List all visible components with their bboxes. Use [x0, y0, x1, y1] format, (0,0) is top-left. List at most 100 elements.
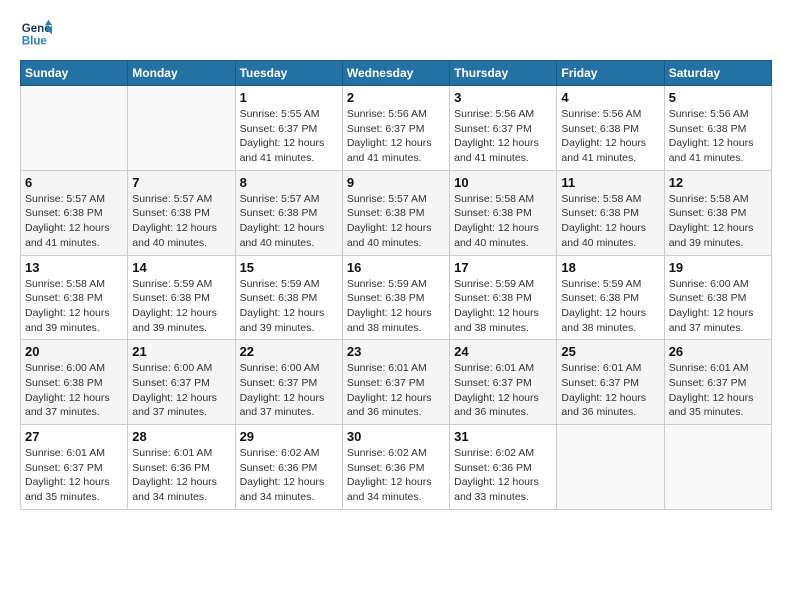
day-cell: 29 Sunrise: 6:02 AM Sunset: 6:36 PM Dayli…: [235, 425, 342, 510]
week-row-4: 20 Sunrise: 6:00 AM Sunset: 6:38 PM Dayli…: [21, 340, 772, 425]
day-cell: 11Sunrise: 5:58 AM Sunset: 6:38 PM Dayli…: [557, 170, 664, 255]
day-cell: 24Sunrise: 6:01 AM Sunset: 6:37 PM Dayli…: [450, 340, 557, 425]
day-number: 14: [132, 260, 230, 275]
day-cell: 5 Sunrise: 5:56 AM Sunset: 6:38 PM Daylig…: [664, 86, 771, 171]
day-cell: 28 Sunrise: 6:01 AM Sunset: 6:36 PM Dayli…: [128, 425, 235, 510]
day-cell: 27Sunrise: 6:01 AM Sunset: 6:37 PM Dayli…: [21, 425, 128, 510]
weekday-header-sunday: Sunday: [21, 61, 128, 86]
day-number: 12: [669, 175, 767, 190]
day-cell: 26Sunrise: 6:01 AM Sunset: 6:37 PM Dayli…: [664, 340, 771, 425]
day-number: 20: [25, 344, 123, 359]
day-cell: 19 Sunrise: 6:00 AM Sunset: 6:38 PM Dayli…: [664, 255, 771, 340]
day-number: 28: [132, 429, 230, 444]
day-number: 22: [240, 344, 338, 359]
day-detail: Sunrise: 6:00 AM Sunset: 6:37 PM Dayligh…: [240, 361, 338, 420]
day-cell: 31 Sunrise: 6:02 AM Sunset: 6:36 PM Dayli…: [450, 425, 557, 510]
day-cell: 6Sunrise: 5:57 AM Sunset: 6:38 PM Daylig…: [21, 170, 128, 255]
logo: General Blue: [20, 18, 56, 50]
day-detail: Sunrise: 6:01 AM Sunset: 6:37 PM Dayligh…: [347, 361, 445, 420]
day-number: 16: [347, 260, 445, 275]
weekday-header-thursday: Thursday: [450, 61, 557, 86]
day-detail: Sunrise: 5:59 AM Sunset: 6:38 PM Dayligh…: [240, 277, 338, 336]
day-detail: Sunrise: 6:00 AM Sunset: 6:37 PM Dayligh…: [132, 361, 230, 420]
day-number: 26: [669, 344, 767, 359]
day-cell: 20 Sunrise: 6:00 AM Sunset: 6:38 PM Dayli…: [21, 340, 128, 425]
day-cell: [128, 86, 235, 171]
day-detail: Sunrise: 6:00 AM Sunset: 6:38 PM Dayligh…: [25, 361, 123, 420]
day-detail: Sunrise: 6:01 AM Sunset: 6:37 PM Dayligh…: [454, 361, 552, 420]
calendar-table: SundayMondayTuesdayWednesdayThursdayFrid…: [20, 60, 772, 510]
day-detail: Sunrise: 5:56 AM Sunset: 6:37 PM Dayligh…: [454, 107, 552, 166]
day-cell: 10 Sunrise: 5:58 AM Sunset: 6:38 PM Dayli…: [450, 170, 557, 255]
day-number: 29: [240, 429, 338, 444]
day-detail: Sunrise: 5:56 AM Sunset: 6:38 PM Dayligh…: [669, 107, 767, 166]
day-number: 30: [347, 429, 445, 444]
day-cell: 16 Sunrise: 5:59 AM Sunset: 6:38 PM Dayli…: [342, 255, 449, 340]
day-detail: Sunrise: 6:01 AM Sunset: 6:37 PM Dayligh…: [561, 361, 659, 420]
day-detail: Sunrise: 6:01 AM Sunset: 6:36 PM Dayligh…: [132, 446, 230, 505]
day-cell: 25 Sunrise: 6:01 AM Sunset: 6:37 PM Dayli…: [557, 340, 664, 425]
day-detail: Sunrise: 5:57 AM Sunset: 6:38 PM Dayligh…: [25, 192, 123, 251]
day-number: 4: [561, 90, 659, 105]
day-number: 3: [454, 90, 552, 105]
day-detail: Sunrise: 6:02 AM Sunset: 6:36 PM Dayligh…: [347, 446, 445, 505]
weekday-header-row: SundayMondayTuesdayWednesdayThursdayFrid…: [21, 61, 772, 86]
day-detail: Sunrise: 5:57 AM Sunset: 6:38 PM Dayligh…: [240, 192, 338, 251]
day-detail: Sunrise: 5:57 AM Sunset: 6:38 PM Dayligh…: [132, 192, 230, 251]
day-cell: 21 Sunrise: 6:00 AM Sunset: 6:37 PM Dayli…: [128, 340, 235, 425]
day-cell: 3 Sunrise: 5:56 AM Sunset: 6:37 PM Daylig…: [450, 86, 557, 171]
day-cell: 18 Sunrise: 5:59 AM Sunset: 6:38 PM Dayli…: [557, 255, 664, 340]
day-detail: Sunrise: 5:57 AM Sunset: 6:38 PM Dayligh…: [347, 192, 445, 251]
day-detail: Sunrise: 5:58 AM Sunset: 6:38 PM Dayligh…: [669, 192, 767, 251]
page-header: General Blue: [20, 18, 772, 50]
day-cell: 17 Sunrise: 5:59 AM Sunset: 6:38 PM Dayli…: [450, 255, 557, 340]
day-detail: Sunrise: 6:00 AM Sunset: 6:38 PM Dayligh…: [669, 277, 767, 336]
day-detail: Sunrise: 5:58 AM Sunset: 6:38 PM Dayligh…: [25, 277, 123, 336]
day-detail: Sunrise: 5:55 AM Sunset: 6:37 PM Dayligh…: [240, 107, 338, 166]
day-cell: 4 Sunrise: 5:56 AM Sunset: 6:38 PM Daylig…: [557, 86, 664, 171]
day-detail: Sunrise: 5:56 AM Sunset: 6:38 PM Dayligh…: [561, 107, 659, 166]
day-cell: 22 Sunrise: 6:00 AM Sunset: 6:37 PM Dayli…: [235, 340, 342, 425]
weekday-header-saturday: Saturday: [664, 61, 771, 86]
week-row-3: 13Sunrise: 5:58 AM Sunset: 6:38 PM Dayli…: [21, 255, 772, 340]
day-detail: Sunrise: 6:02 AM Sunset: 6:36 PM Dayligh…: [240, 446, 338, 505]
svg-text:Blue: Blue: [22, 36, 48, 48]
weekday-header-tuesday: Tuesday: [235, 61, 342, 86]
day-cell: 2Sunrise: 5:56 AM Sunset: 6:37 PM Daylig…: [342, 86, 449, 171]
day-number: 8: [240, 175, 338, 190]
day-number: 19: [669, 260, 767, 275]
day-cell: 15 Sunrise: 5:59 AM Sunset: 6:38 PM Dayli…: [235, 255, 342, 340]
day-number: 31: [454, 429, 552, 444]
day-detail: Sunrise: 5:59 AM Sunset: 6:38 PM Dayligh…: [561, 277, 659, 336]
day-cell: 9 Sunrise: 5:57 AM Sunset: 6:38 PM Daylig…: [342, 170, 449, 255]
weekday-header-friday: Friday: [557, 61, 664, 86]
day-number: 15: [240, 260, 338, 275]
day-cell: 12 Sunrise: 5:58 AM Sunset: 6:38 PM Dayli…: [664, 170, 771, 255]
day-detail: Sunrise: 6:02 AM Sunset: 6:36 PM Dayligh…: [454, 446, 552, 505]
day-number: 11: [561, 175, 659, 190]
logo-icon: General Blue: [20, 18, 52, 50]
day-cell: 7Sunrise: 5:57 AM Sunset: 6:38 PM Daylig…: [128, 170, 235, 255]
day-number: 1: [240, 90, 338, 105]
week-row-1: 1 Sunrise: 5:55 AM Sunset: 6:37 PM Daylig…: [21, 86, 772, 171]
week-row-5: 27Sunrise: 6:01 AM Sunset: 6:37 PM Dayli…: [21, 425, 772, 510]
day-number: 10: [454, 175, 552, 190]
week-row-2: 6Sunrise: 5:57 AM Sunset: 6:38 PM Daylig…: [21, 170, 772, 255]
day-cell: 8 Sunrise: 5:57 AM Sunset: 6:38 PM Daylig…: [235, 170, 342, 255]
day-cell: 1 Sunrise: 5:55 AM Sunset: 6:37 PM Daylig…: [235, 86, 342, 171]
day-number: 21: [132, 344, 230, 359]
day-cell: 23Sunrise: 6:01 AM Sunset: 6:37 PM Dayli…: [342, 340, 449, 425]
day-number: 9: [347, 175, 445, 190]
weekday-header-monday: Monday: [128, 61, 235, 86]
day-cell: 30 Sunrise: 6:02 AM Sunset: 6:36 PM Dayli…: [342, 425, 449, 510]
day-cell: [21, 86, 128, 171]
day-detail: Sunrise: 5:56 AM Sunset: 6:37 PM Dayligh…: [347, 107, 445, 166]
day-number: 25: [561, 344, 659, 359]
day-number: 5: [669, 90, 767, 105]
day-number: 17: [454, 260, 552, 275]
day-number: 18: [561, 260, 659, 275]
day-detail: Sunrise: 5:59 AM Sunset: 6:38 PM Dayligh…: [347, 277, 445, 336]
day-detail: Sunrise: 5:58 AM Sunset: 6:38 PM Dayligh…: [454, 192, 552, 251]
day-cell: [664, 425, 771, 510]
day-detail: Sunrise: 5:59 AM Sunset: 6:38 PM Dayligh…: [454, 277, 552, 336]
